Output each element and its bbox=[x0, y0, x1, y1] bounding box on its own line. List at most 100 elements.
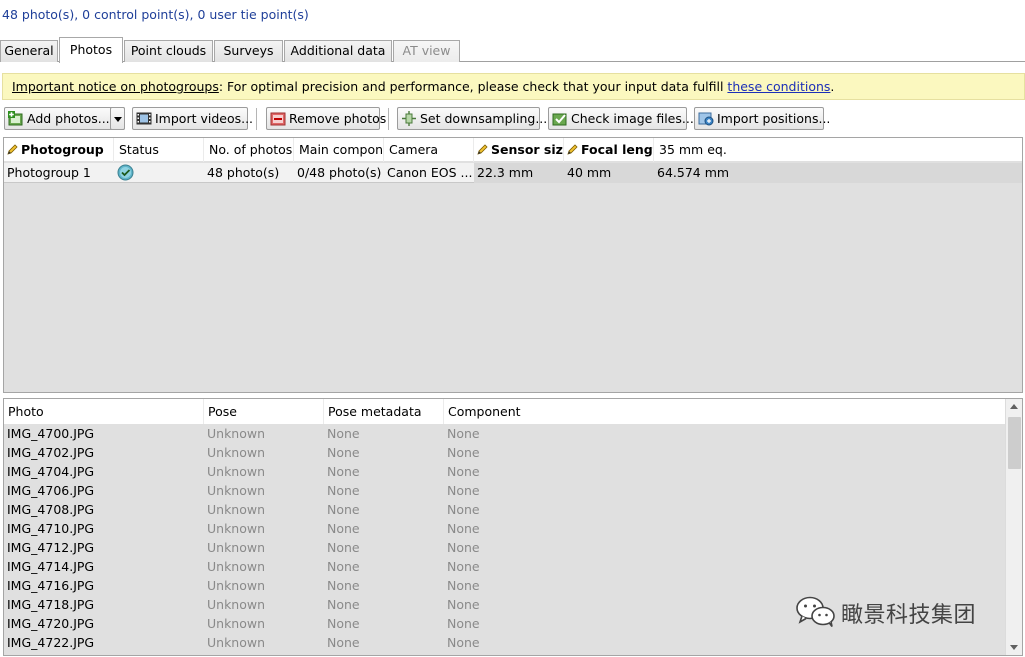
cell-component: None bbox=[447, 464, 480, 479]
scroll-up-arrow[interactable] bbox=[1006, 399, 1022, 415]
photos-table: Photo Pose Pose metadata Component IMG_4… bbox=[3, 398, 1023, 656]
cell-35mm-eq: 64.574 mm bbox=[654, 163, 1022, 183]
these-conditions-link[interactable]: these conditions bbox=[727, 79, 830, 94]
photogroup-row[interactable]: Photogroup 1 48 photo(s) 0/48 photo(s) C… bbox=[4, 163, 1022, 183]
cell-pose-metadata: None bbox=[327, 521, 360, 536]
cell-photo: IMG_4718.JPG bbox=[7, 597, 95, 612]
import-positions-label: Import positions... bbox=[717, 111, 831, 126]
col-photo[interactable]: Photo bbox=[4, 399, 204, 424]
cell-component: None bbox=[447, 578, 480, 593]
tab-additional-data[interactable]: Additional data bbox=[284, 40, 392, 62]
cell-pose: Unknown bbox=[207, 521, 266, 536]
toolbar-separator bbox=[388, 108, 389, 130]
downsampling-icon bbox=[402, 111, 416, 126]
photo-row[interactable]: IMG_4714.JPG Unknown None None bbox=[4, 557, 1005, 576]
set-downsampling-button[interactable]: Set downsampling... bbox=[397, 107, 547, 130]
photo-row[interactable]: IMG_4704.JPG Unknown None None bbox=[4, 462, 1005, 481]
pencil-icon bbox=[477, 144, 488, 155]
photo-row[interactable]: IMG_4702.JPG Unknown None None bbox=[4, 443, 1005, 462]
check-circle-icon bbox=[117, 164, 134, 181]
cell-component: None bbox=[447, 616, 480, 631]
photo-row[interactable]: IMG_4722.JPG Unknown None None bbox=[4, 633, 1005, 652]
cell-camera: Canon EOS ... bbox=[387, 165, 473, 180]
photo-row[interactable]: IMG_4700.JPG Unknown None None bbox=[4, 424, 1005, 443]
scroll-thumb[interactable] bbox=[1008, 417, 1021, 469]
cell-pose-metadata: None bbox=[327, 483, 360, 498]
photo-row[interactable]: IMG_4712.JPG Unknown None None bbox=[4, 538, 1005, 557]
col-35mm-eq[interactable]: 35 mm eq. bbox=[654, 138, 1022, 162]
notice-text: : For optimal precision and performance,… bbox=[218, 79, 728, 94]
cell-no-of-photos: 48 photo(s) bbox=[207, 165, 280, 180]
cell-pose: Unknown bbox=[207, 559, 266, 574]
add-photos-button[interactable]: Add photos... bbox=[4, 107, 125, 130]
photos-rows: IMG_4700.JPG Unknown None None IMG_4702.JPG U… bbox=[4, 424, 1005, 652]
photo-row[interactable]: IMG_4718.JPG Unknown None None bbox=[4, 595, 1005, 614]
film-icon bbox=[136, 112, 152, 125]
tab-point-clouds[interactable]: Point clouds bbox=[124, 40, 213, 62]
cell-pose-metadata: None bbox=[327, 540, 360, 555]
cell-photo: IMG_4722.JPG bbox=[7, 635, 95, 650]
cell-photo: IMG_4708.JPG bbox=[7, 502, 95, 517]
col-camera[interactable]: Camera bbox=[384, 138, 474, 162]
check-image-files-label: Check image files... bbox=[571, 111, 694, 126]
import-positions-button[interactable]: Import positions... bbox=[694, 107, 830, 130]
cell-sensor-size[interactable]: 22.3 mm bbox=[474, 163, 564, 183]
photo-row[interactable]: IMG_4706.JPG Unknown None None bbox=[4, 481, 1005, 500]
remove-photos-label: Remove photos bbox=[289, 111, 387, 126]
scroll-down-arrow[interactable] bbox=[1006, 639, 1022, 655]
photo-row[interactable]: IMG_4720.JPG Unknown None None bbox=[4, 614, 1005, 633]
col-focal-length[interactable]: Focal lengt bbox=[564, 138, 654, 162]
photo-row[interactable]: IMG_4708.JPG Unknown None None bbox=[4, 500, 1005, 519]
photo-row[interactable]: IMG_4716.JPG Unknown None None bbox=[4, 576, 1005, 595]
col-main-component[interactable]: Main compon bbox=[294, 138, 384, 162]
cell-photo: IMG_4700.JPG bbox=[7, 426, 95, 441]
photos-scrollbar[interactable] bbox=[1005, 399, 1022, 655]
cell-pose-metadata: None bbox=[327, 426, 360, 441]
photo-row[interactable]: IMG_4710.JPG Unknown None None bbox=[4, 519, 1005, 538]
tab-at-view: AT view bbox=[393, 40, 460, 62]
tab-general[interactable]: General bbox=[0, 40, 58, 62]
cell-component: None bbox=[447, 597, 480, 612]
col-sensor-size-label: Sensor size bbox=[491, 142, 564, 157]
col-photogroup[interactable]: Photogroup bbox=[4, 138, 114, 162]
cell-component: None bbox=[447, 483, 480, 498]
col-sensor-size[interactable]: Sensor size bbox=[474, 138, 564, 162]
cell-photo: IMG_4720.JPG bbox=[7, 616, 95, 631]
cell-pose-metadata: None bbox=[327, 502, 360, 517]
import-videos-label: Import videos... bbox=[155, 111, 254, 126]
photogroups-table: Photogroup Status No. of photos Main com… bbox=[3, 137, 1023, 393]
pencil-icon bbox=[7, 144, 18, 155]
photogroups-header: Photogroup Status No. of photos Main com… bbox=[4, 138, 1022, 162]
cell-pose: Unknown bbox=[207, 464, 266, 479]
cell-component: None bbox=[447, 445, 480, 460]
tab-photos[interactable]: Photos bbox=[59, 37, 123, 63]
cell-focal-length[interactable]: 40 mm bbox=[564, 163, 654, 183]
photogroup-notice: Important notice on photogroups: For opt… bbox=[2, 73, 1025, 100]
cell-photo: IMG_4702.JPG bbox=[7, 445, 95, 460]
add-photos-dropdown[interactable] bbox=[110, 107, 125, 130]
cell-photogroup: Photogroup 1 bbox=[7, 165, 91, 180]
col-pose-metadata[interactable]: Pose metadata bbox=[324, 399, 444, 424]
col-pose[interactable]: Pose bbox=[204, 399, 324, 424]
photos-header: Photo Pose Pose metadata Component bbox=[4, 399, 1005, 424]
cell-pose: Unknown bbox=[207, 445, 266, 460]
cell-pose: Unknown bbox=[207, 616, 266, 631]
import-videos-button[interactable]: Import videos... bbox=[132, 107, 253, 130]
check-image-files-button[interactable]: Check image files... bbox=[548, 107, 694, 130]
col-status[interactable]: Status bbox=[114, 138, 204, 162]
cell-pose: Unknown bbox=[207, 578, 266, 593]
cell-pose: Unknown bbox=[207, 540, 266, 555]
tab-surveys[interactable]: Surveys bbox=[214, 40, 283, 62]
col-photogroup-label: Photogroup bbox=[21, 142, 104, 157]
cell-pose-metadata: None bbox=[327, 578, 360, 593]
remove-photos-button[interactable]: Remove photos bbox=[266, 107, 386, 130]
cell-main-component: 0/48 photo(s) bbox=[297, 165, 382, 180]
photos-toolbar: Add photos... Import videos... Remove ph… bbox=[0, 107, 1025, 131]
col-no-of-photos[interactable]: No. of photos bbox=[204, 138, 294, 162]
col-component[interactable]: Component bbox=[444, 399, 1005, 424]
cell-pose-metadata: None bbox=[327, 559, 360, 574]
set-downsampling-label: Set downsampling... bbox=[420, 111, 548, 126]
cell-pose-metadata: None bbox=[327, 464, 360, 479]
cell-photo: IMG_4716.JPG bbox=[7, 578, 95, 593]
cell-status bbox=[114, 163, 204, 183]
